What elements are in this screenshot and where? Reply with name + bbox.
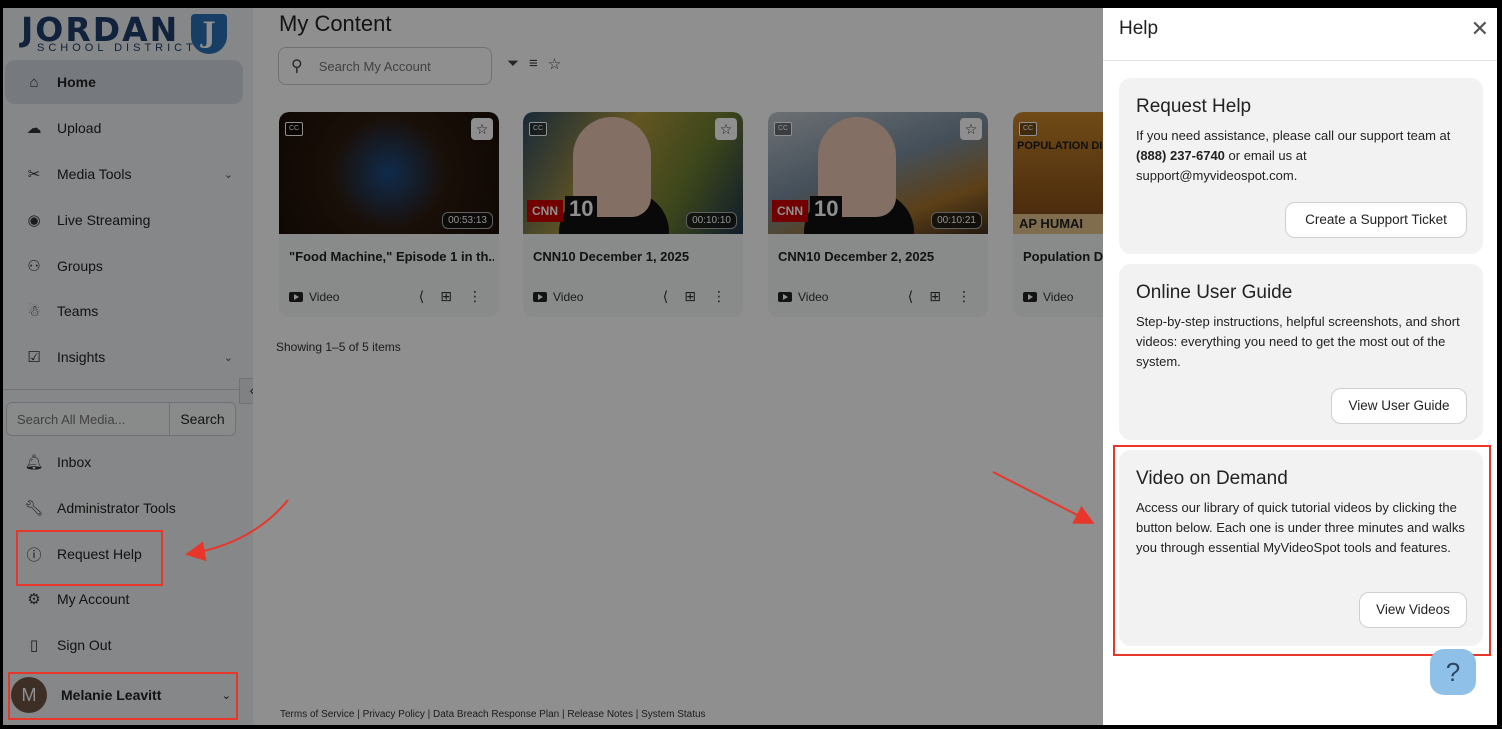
arrow-to-request-help <box>185 499 289 562</box>
help-question-icon[interactable]: ? <box>1430 649 1476 695</box>
app-window: JORDAN SCHOOL DISTRICT J ⌂ Home ☁ Upload… <box>3 8 1497 725</box>
annotation-arrows <box>185 471 1095 562</box>
arrow-to-video-on-demand <box>992 471 1095 524</box>
